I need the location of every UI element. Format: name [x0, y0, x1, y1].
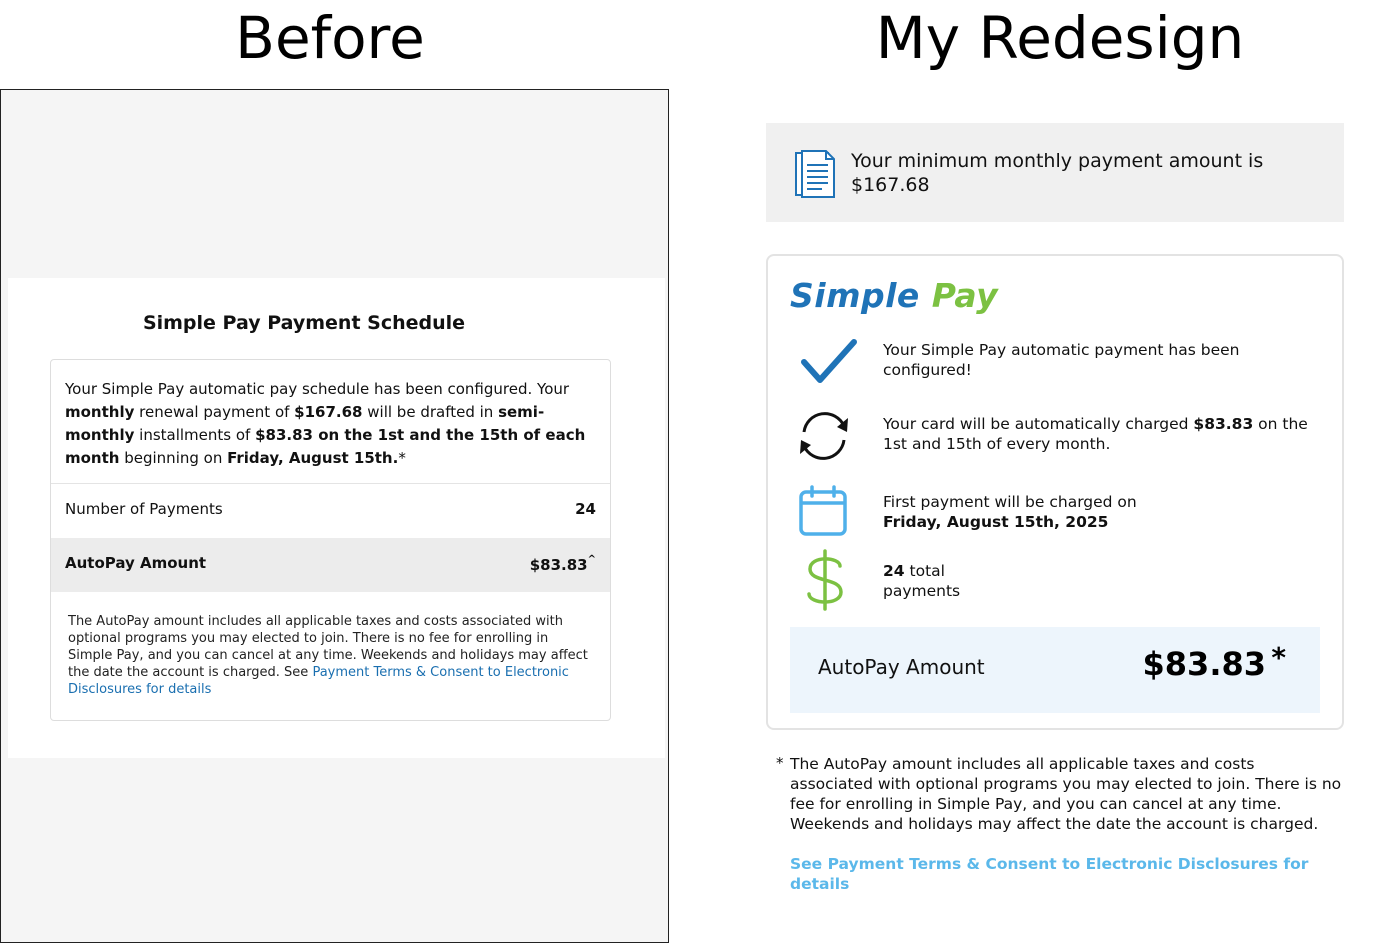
text-run: *: [398, 449, 406, 467]
schedule-description: Your Simple Pay automatic pay schedule h…: [65, 378, 600, 470]
minimum-payment-notice: Your minimum monthly payment amount is $…: [766, 123, 1344, 222]
autopay-amount-value: $83.83^: [529, 554, 596, 574]
text-run: total: [904, 562, 945, 580]
calendar-icon: [799, 485, 847, 536]
minimum-payment-text: Your minimum monthly payment amount is $…: [851, 150, 1264, 196]
number-of-payments-label: Number of Payments: [65, 500, 223, 518]
before-panel: Simple Pay Payment Schedule Your Simple …: [0, 89, 669, 943]
autopay-amount-row: AutoPay Amount $83.83^: [51, 538, 610, 592]
text-run: renewal payment of: [134, 403, 295, 421]
redesign-heading: My Redesign: [875, 4, 1245, 72]
text-run: First payment will be charged on: [883, 493, 1137, 511]
text-run: Your card will be automatically charged: [883, 415, 1194, 433]
autopay-amount-asterisk: *: [1271, 641, 1286, 674]
text-run: $167.68: [294, 403, 363, 421]
autopay-amount-label: AutoPay Amount: [818, 655, 985, 679]
text-run: beginning on: [119, 449, 228, 467]
payment-terms-link[interactable]: See Payment Terms & Consent to Electroni…: [790, 854, 1310, 894]
simple-pay-logo: Simple Pay: [790, 276, 999, 315]
text-run: monthly: [65, 403, 135, 421]
autopay-footnote: The AutoPay amount includes all applicab…: [790, 755, 1342, 833]
dollar-icon: [807, 549, 843, 611]
autopay-amount-value: $83.83: [1142, 645, 1266, 683]
text-run: payments: [883, 582, 961, 600]
payment-schedule-title: Simple Pay Payment Schedule: [142, 312, 466, 334]
number-of-payments-value: 24: [575, 500, 596, 518]
text-run: Your Simple Pay automatic pay schedule h…: [65, 380, 570, 398]
footnote-asterisk: *: [776, 754, 784, 772]
text-run: Friday, August 15th.: [227, 449, 399, 467]
schedule-box: Your Simple Pay automatic pay schedule h…: [50, 359, 611, 721]
configured-message: Your Simple Pay automatic payment has be…: [883, 340, 1313, 380]
before-heading: Before: [235, 4, 425, 72]
text-run: $83.83: [1193, 415, 1254, 433]
document-icon: [795, 150, 835, 198]
text-run: installments of: [134, 426, 256, 444]
number-of-payments-row: Number of Payments 24: [51, 483, 610, 538]
total-payments-message: 24 total payments: [883, 561, 1313, 601]
charge-schedule-message: Your card will be automatically charged …: [883, 414, 1313, 454]
before-card: Simple Pay Payment Schedule Your Simple …: [8, 278, 665, 758]
text-run: 24: [883, 562, 905, 580]
autopay-fine-print: The AutoPay amount includes all applicab…: [68, 614, 588, 697]
autopay-amount-box: AutoPay Amount $83.83 *: [790, 627, 1320, 713]
autopay-amount-label: AutoPay Amount: [65, 554, 207, 572]
text-run: will be drafted in: [362, 403, 499, 421]
checkmark-icon: [801, 339, 857, 383]
refresh-cycle-icon: [800, 412, 848, 460]
simple-pay-card: Simple Pay Your Simple Pay automatic pay…: [766, 254, 1344, 730]
text-run: Your Simple Pay automatic payment has be…: [883, 341, 1240, 379]
text-run: Friday, August 15th, 2025: [883, 513, 1109, 531]
first-payment-message: First payment will be charged on Friday, …: [883, 492, 1313, 532]
